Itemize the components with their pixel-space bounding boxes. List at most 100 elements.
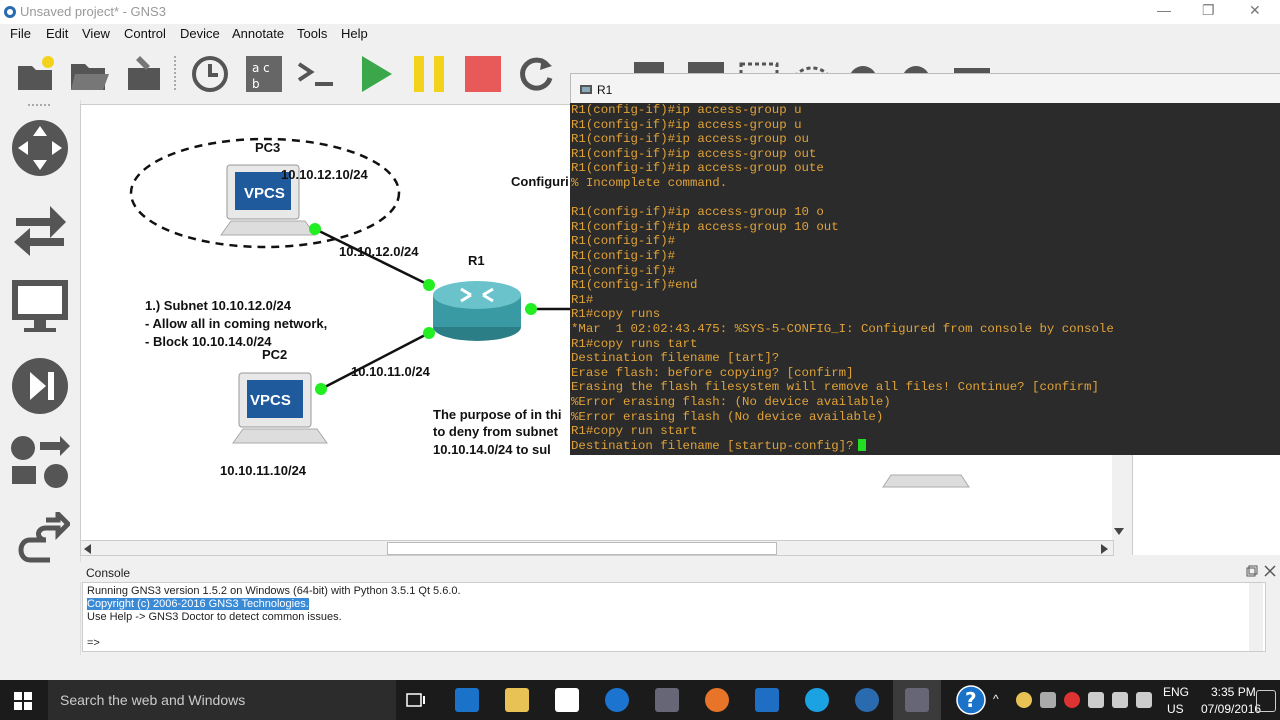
console-line: Running GNS3 version 1.5.2 on Windows (6…	[87, 585, 461, 597]
close-panel-icon[interactable]	[1264, 565, 1276, 577]
terminal-line: R1(config-if)#ip access-group oute	[571, 161, 824, 176]
open-project-icon[interactable]	[67, 52, 111, 96]
menu-file[interactable]: File	[10, 26, 31, 41]
skype-icon[interactable]	[805, 688, 829, 712]
browse-all-devices-icon[interactable]	[10, 434, 70, 494]
svg-text:?: ?	[965, 688, 977, 712]
save-project-icon[interactable]	[122, 52, 166, 96]
scroll-down-arrow-icon[interactable]	[1114, 528, 1124, 536]
terminal-line: R1(config-if)#ip access-group out	[571, 146, 817, 161]
purpose-line-2: to deny from subnet	[433, 424, 558, 439]
menu-bar: File Edit View Control Device Annotate T…	[0, 24, 1280, 44]
browse-end-devices-icon[interactable]	[10, 278, 70, 334]
pc3-ip-label: 10.10.12.10/24	[281, 167, 368, 182]
browse-routers-icon[interactable]	[10, 118, 70, 178]
input-language[interactable]: ENG	[1163, 685, 1189, 699]
reload-all-icon[interactable]	[514, 52, 558, 96]
phone-app-icon[interactable]	[605, 688, 629, 712]
terminal-output[interactable]: R1(config-if)#ip access-group u R1(confi…	[570, 103, 1280, 455]
console-line-selected: Copyright (c) 2006-2016 GNS3 Technologie…	[87, 598, 309, 610]
canvas-horizontal-scrollbar[interactable]	[80, 540, 1114, 556]
terminal-line: Erasing the flash filesystem will remove…	[571, 380, 1099, 395]
terminal-title-bar[interactable]: R1	[570, 73, 1280, 105]
terminal-line: R1(config-if)#ip access-group u	[571, 103, 802, 117]
action-center-icon[interactable]	[1256, 690, 1276, 712]
restore-button[interactable]: ❐	[1202, 2, 1215, 19]
link-pc2-subnet-label: 10.10.11.0/24	[351, 364, 430, 379]
help-icon[interactable]: ?	[956, 685, 986, 715]
terminal-line: R1(config-if)#ip access-group ou	[571, 132, 809, 147]
pc2-label: PC2	[262, 347, 288, 362]
link-pc3-subnet-label: 10.10.12.0/24	[339, 244, 419, 259]
task-view-icon[interactable]	[404, 688, 428, 712]
console-header: Console	[80, 562, 1280, 582]
menu-device[interactable]: Device	[180, 26, 220, 41]
add-link-icon[interactable]	[10, 512, 70, 568]
network-icon[interactable]	[1112, 692, 1128, 708]
menu-tools[interactable]: Tools	[297, 26, 327, 41]
terminal-line: R1#copy run start	[571, 424, 698, 439]
input-region[interactable]: US	[1167, 702, 1184, 716]
link-status-dot	[309, 223, 321, 235]
show-hidden-icons-icon[interactable]: ^	[993, 692, 999, 706]
security-tray-icon[interactable]	[1064, 692, 1080, 708]
scroll-right-arrow-icon[interactable]	[1101, 544, 1109, 554]
new-project-icon[interactable]	[14, 52, 58, 96]
float-panel-icon[interactable]	[1246, 565, 1258, 577]
file-explorer-icon[interactable]	[505, 688, 529, 712]
terminal-line: R1(config-if)#end	[571, 278, 698, 293]
menu-view[interactable]: View	[82, 26, 110, 41]
link-status-dot	[315, 383, 327, 395]
console-prompt: =>	[87, 637, 100, 649]
battery-icon[interactable]	[1088, 692, 1104, 708]
terminal-prompt-line: Destination filename [startup-config]?	[571, 438, 866, 453]
close-button[interactable]: ✕	[1249, 2, 1261, 19]
pc1-node-partial	[882, 474, 970, 488]
scroll-left-arrow-icon[interactable]	[84, 544, 92, 554]
link-status-dot	[423, 327, 435, 339]
scroll-thumb[interactable]	[387, 542, 777, 555]
snapshot-clock-icon[interactable]	[188, 52, 232, 96]
firefox-icon[interactable]	[705, 688, 729, 712]
pc3-label: PC3	[255, 140, 281, 155]
console-scrollbar[interactable]	[1249, 583, 1263, 651]
messages-icon[interactable]	[1136, 692, 1152, 708]
terminal-title: R1	[597, 83, 613, 97]
active-terminal-task[interactable]	[893, 680, 941, 720]
toolbar-separator	[174, 56, 176, 92]
stop-all-icon[interactable]	[461, 52, 505, 96]
suspend-all-icon[interactable]	[408, 52, 452, 96]
outlook-icon[interactable]	[755, 688, 779, 712]
terminal-line: R1#copy runs tart	[571, 336, 698, 351]
svg-text:b: b	[252, 77, 260, 91]
volume-icon[interactable]	[1040, 692, 1056, 708]
terminal-cursor	[857, 438, 866, 451]
network-app-icon[interactable]	[655, 688, 679, 712]
clock-date[interactable]: 07/09/2016	[1201, 702, 1261, 716]
gns3-taskbar-icon[interactable]	[855, 688, 879, 712]
browse-switches-icon[interactable]	[10, 200, 70, 256]
console-all-icon[interactable]	[295, 52, 339, 96]
show-interface-labels-icon[interactable]: a c b	[242, 52, 286, 96]
menu-edit[interactable]: Edit	[46, 26, 68, 41]
terminal-prompt-text: Destination filename [startup-config]?	[571, 438, 854, 453]
menu-help[interactable]: Help	[341, 26, 368, 41]
windows-start-icon[interactable]	[14, 692, 32, 710]
store-icon[interactable]	[555, 688, 579, 712]
tray-app-icon[interactable]	[1016, 692, 1032, 708]
terminal-line: Erase flash: before copying? [confirm]	[571, 365, 854, 380]
link-status-dot	[525, 303, 537, 315]
menu-control[interactable]: Control	[124, 26, 166, 41]
purpose-line-3: 10.10.14.0/24 to sul	[433, 442, 551, 457]
minimize-button[interactable]: —	[1157, 2, 1171, 18]
browse-security-devices-icon[interactable]	[10, 356, 70, 416]
taskbar-search-box[interactable]: Search the web and Windows	[48, 680, 396, 720]
console-output[interactable]: Running GNS3 version 1.5.2 on Windows (6…	[82, 582, 1266, 652]
menu-annotate[interactable]: Annotate	[232, 26, 284, 41]
terminal-line: *Mar 1 02:02:43.475: %SYS-5-CONFIG_I: Co…	[571, 322, 1114, 336]
r1-router-icon	[433, 281, 521, 341]
edge-browser-icon[interactable]	[455, 688, 479, 712]
search-placeholder: Search the web and Windows	[60, 692, 246, 708]
clock-time[interactable]: 3:35 PM	[1211, 685, 1256, 699]
start-all-icon[interactable]	[354, 52, 398, 96]
